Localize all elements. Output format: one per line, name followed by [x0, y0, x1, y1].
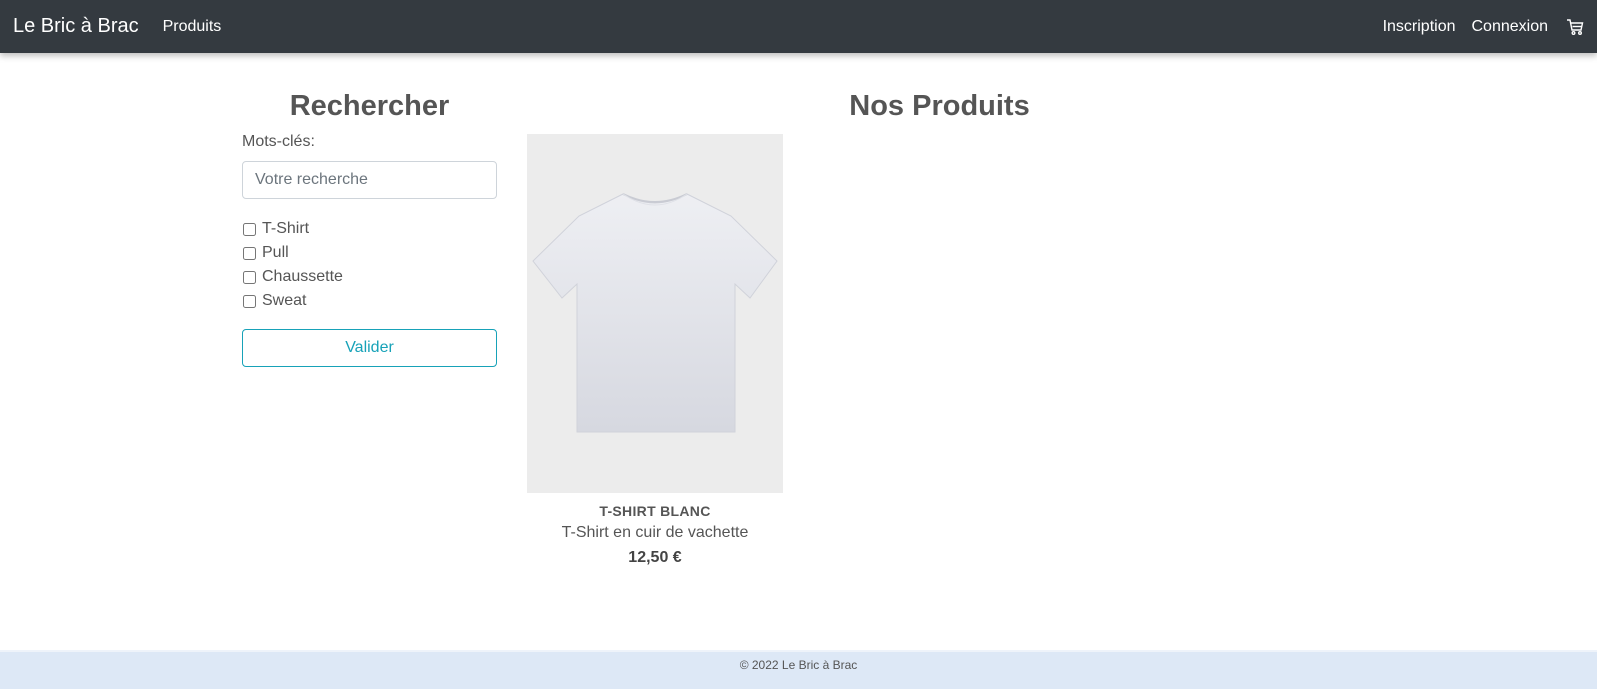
category-option-tshirt[interactable]: T-Shirt — [242, 217, 497, 241]
category-option-sweat[interactable]: Sweat — [242, 289, 497, 313]
category-checkbox-tshirt[interactable] — [243, 222, 256, 236]
search-input[interactable] — [242, 161, 497, 199]
category-checkbox-pull[interactable] — [243, 246, 256, 260]
search-title: Rechercher — [289, 90, 450, 122]
category-checkbox-sweat[interactable] — [243, 294, 256, 308]
cart-icon[interactable] — [1566, 18, 1584, 36]
product-description: T-Shirt en cuir de vachette — [561, 524, 749, 541]
brand-link[interactable]: Le Bric à Brac — [13, 15, 139, 38]
product-name: T-SHIRT BLANC — [599, 503, 711, 519]
validate-button[interactable]: Valider — [242, 329, 497, 367]
nav-products-link[interactable]: Produits — [163, 18, 222, 36]
product-card[interactable]: T-SHIRT BLANC T-Shirt en cuir de vachett… — [527, 134, 783, 567]
category-label: Chaussette — [262, 268, 343, 285]
page-footer: © 2022 Le Bric à Brac — [0, 650, 1597, 689]
nav-register-link[interactable]: Inscription — [1383, 18, 1456, 36]
nav-right-group: Inscription Connexion — [1383, 18, 1584, 36]
category-filter-list: T-Shirt Pull Chaussette Sweat — [242, 217, 497, 313]
category-label: Pull — [262, 244, 289, 261]
category-label: T-Shirt — [262, 220, 310, 237]
nav-login-link[interactable]: Connexion — [1472, 18, 1549, 36]
product-price: 12,50 € — [628, 549, 682, 566]
top-navbar: Le Bric à Brac Produits Inscription Conn… — [0, 0, 1597, 53]
search-panel: Rechercher Mots-clés: T-Shirt Pull Chaus… — [242, 90, 497, 367]
products-title: Nos Produits — [849, 90, 1030, 122]
category-option-chaussette[interactable]: Chaussette — [242, 265, 497, 289]
tshirt-image — [532, 193, 778, 433]
keywords-label: Mots-clés: — [242, 133, 315, 150]
category-checkbox-chaussette[interactable] — [243, 270, 256, 284]
footer-copyright: © 2022 Le Bric à Brac — [739, 658, 858, 672]
category-label: Sweat — [262, 292, 307, 309]
product-image[interactable] — [527, 134, 783, 493]
category-option-pull[interactable]: Pull — [242, 241, 497, 265]
